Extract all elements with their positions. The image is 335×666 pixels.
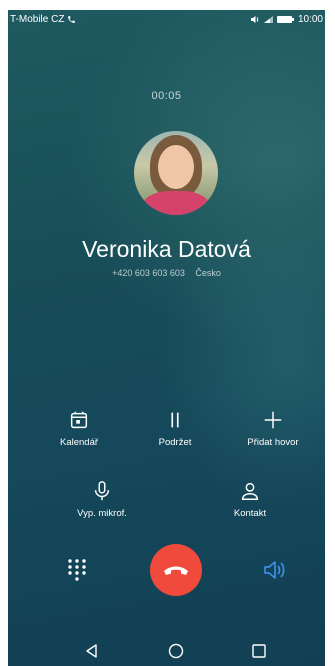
hold-label: Podržet [158,437,192,448]
contact-label: Kontakt [233,508,267,519]
volte-icon [250,16,259,23]
contact-button[interactable]: Kontakt [205,480,295,519]
calendar-label: Kalendář [59,437,99,448]
add-call-button[interactable]: Přidat hovor [228,409,318,448]
contact-name: Veronika Datová [82,236,251,262]
add-call-label: Přidat hovor [247,437,299,448]
status-bar: T-Mobile CZ 10:00 [8,10,325,30]
speaker-icon[interactable] [262,559,286,581]
dialpad-icon[interactable] [66,558,88,584]
navigation-bar [8,638,325,666]
call-screen: T-Mobile CZ 10:00 00:05 Veronika Datová … [8,10,325,666]
signal-icon [263,16,273,23]
contact-details: +420 603 603 603 Česko [8,268,325,278]
status-time: 10:00 [297,14,323,25]
plus-icon [264,411,282,429]
mute-label: Vyp. mikrof. [77,508,127,519]
status-icons: 10:00 [250,14,323,25]
phone-icon [68,16,76,23]
pause-icon [171,412,179,428]
home-icon[interactable] [168,643,184,659]
carrier-info: T-Mobile CZ [10,14,76,25]
end-call-button[interactable] [150,544,202,596]
calendar-icon [70,411,88,429]
person-icon [241,482,259,500]
location: Česko [195,268,221,278]
carrier-name: T-Mobile CZ [10,14,65,25]
end-call-icon [164,566,188,575]
avatar [134,131,218,215]
microphone-icon [94,481,110,501]
calendar-button[interactable]: Kalendář [34,409,124,448]
battery-icon [276,16,294,23]
call-duration: 00:05 [151,90,182,102]
recents-icon[interactable] [251,643,267,659]
hold-button[interactable]: Podržet [130,409,220,448]
back-icon[interactable] [84,643,100,659]
mute-button[interactable]: Vyp. mikrof. [57,480,147,519]
phone-number: +420 603 603 603 [112,268,185,278]
